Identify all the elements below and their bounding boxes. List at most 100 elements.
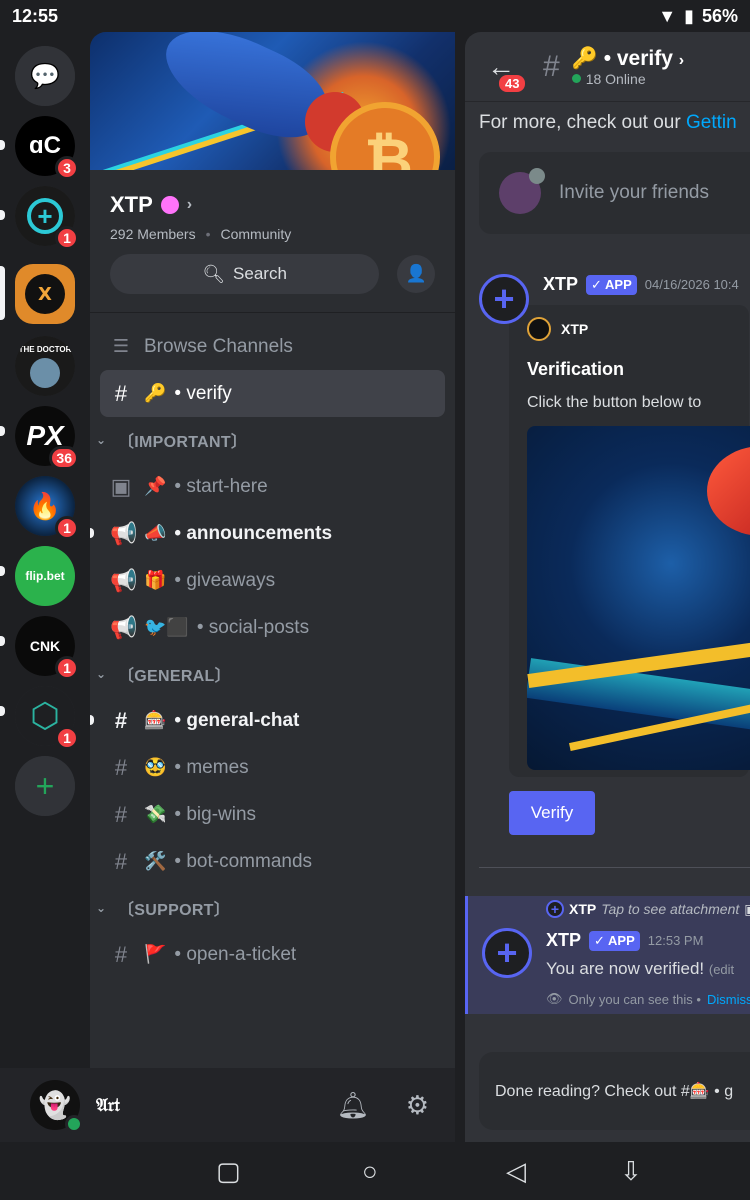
add-user-icon: 👤 — [405, 264, 427, 283]
chat-bubble-icon: 💬 — [30, 62, 60, 90]
channel-open-a-ticket[interactable]: # 🚩 • open-a-ticket — [90, 931, 455, 978]
status-time: 12:55 — [12, 5, 59, 26]
add-server-button[interactable]: + — [15, 756, 75, 816]
dismiss-link[interactable]: Dismiss — [707, 992, 750, 1007]
category-support[interactable]: ⌄ 〔SUPPORT〕 — [90, 885, 455, 931]
chat-pane: ← 43 # 🔑 • verify › 18 Online For more, … — [465, 32, 750, 1142]
online-status-indicator — [65, 1115, 83, 1133]
chevron-down-icon: ⌄ — [96, 901, 107, 915]
category-important[interactable]: ⌄ 〔IMPORTANT〕 — [90, 417, 455, 463]
chevron-down-icon: ⌄ — [96, 667, 107, 681]
embed-image[interactable] — [527, 426, 750, 770]
list-icon: ☰ — [112, 336, 130, 356]
flame-icon: 🔥 — [28, 490, 62, 521]
server-rail: 💬 ɑC 3 + 1 ꓫ THE DOCTOR PX 36 🔥 1 flip.b… — [0, 32, 90, 1068]
user-panel: 👻 𝔄𝔯𝔱 🔔︎ ⚙ — [0, 1068, 455, 1142]
direct-messages-button[interactable]: 💬 — [15, 46, 75, 106]
hashtag-icon: # — [543, 49, 560, 83]
bot-avatar[interactable]: + — [482, 928, 532, 978]
hashtag-icon: # — [114, 754, 128, 780]
channel-title[interactable]: 🔑 • verify › 18 Online — [571, 47, 685, 87]
image-icon: ▣ — [744, 901, 750, 918]
message-author[interactable]: XTP — [546, 930, 581, 951]
server-icon-xtp[interactable]: ꓫ — [15, 264, 75, 324]
chevron-right-icon: › — [186, 196, 193, 213]
invite-members-button[interactable]: 👤 — [397, 255, 435, 293]
channel-announcements[interactable]: 📢 📣 • announcements — [90, 510, 455, 557]
verify-button[interactable]: Verify — [509, 791, 595, 835]
xtp-logo — [527, 317, 551, 341]
channel-big-wins[interactable]: # 💸 • big-wins — [90, 791, 455, 838]
wifi-icon: ▼ — [658, 5, 677, 26]
getting-started-link[interactable]: Gettin — [686, 112, 737, 133]
server-icon-px[interactable]: PX 36 — [15, 406, 79, 470]
server-icon-plus[interactable]: + 1 — [15, 186, 79, 250]
search-button[interactable]: 🔍︎ Search — [110, 254, 380, 294]
server-name[interactable]: XTP › — [110, 192, 435, 218]
bot-avatar[interactable]: + — [479, 274, 529, 324]
invite-friends-button[interactable]: Invite your friends — [479, 152, 750, 234]
channel-list: ₿ XTP › 292 Members • Community 🔍︎ Searc… — [90, 32, 455, 1068]
server-icon-flame[interactable]: 🔥 1 — [15, 476, 79, 540]
chevron-down-icon: ⌄ — [96, 433, 107, 447]
message-text: You are now verified! — [546, 959, 705, 978]
channel-bot-commands[interactable]: # 🛠️ • bot-commands — [90, 838, 455, 885]
ghost-icon: 👻 — [38, 1089, 72, 1120]
server-type: Community — [220, 226, 292, 242]
channel-social-posts[interactable]: 📢 🐦⬛ • social-posts — [90, 604, 455, 651]
channel-verify[interactable]: # 🔑 • verify — [100, 370, 445, 417]
invite-icon — [499, 168, 545, 214]
hexagon-icon: ⬡ — [30, 697, 60, 735]
search-icon: 🔍︎ — [202, 263, 226, 284]
battery-icon: ▮ — [684, 5, 694, 26]
gear-icon[interactable]: ⚙ — [406, 1090, 429, 1121]
server-icon-hex[interactable]: ⬡ 1 — [15, 686, 79, 750]
message-author[interactable]: XTP — [543, 274, 578, 295]
server-icon-ac[interactable]: ɑC 3 — [15, 116, 79, 180]
user-avatar[interactable]: 👻 — [30, 1080, 83, 1133]
hashtag-icon: # — [114, 801, 128, 827]
home-button[interactable]: ○ — [362, 1156, 378, 1187]
online-dot — [571, 74, 581, 83]
hashtag-icon: # — [114, 941, 128, 967]
server-banner: ₿ — [90, 32, 455, 170]
server-icon-flipbet[interactable]: flip.bet — [15, 546, 75, 606]
recents-button[interactable]: ▢ — [216, 1156, 241, 1187]
browse-channels[interactable]: ☰ Browse Channels — [90, 323, 455, 370]
back-nav-button[interactable]: ◁ — [506, 1156, 526, 1187]
server-icon-the-doctor[interactable]: THE DOCTOR — [15, 336, 75, 396]
welcome-text: For more, check out our Gettin — [479, 112, 737, 133]
bot-avatar-small: + — [546, 900, 564, 918]
done-reading-prompt[interactable]: Done reading? Check out #🎰 • g — [479, 1052, 750, 1130]
android-nav-bar: ▢ ○ ◁ ⇩ — [0, 1142, 750, 1200]
avatar — [30, 357, 60, 388]
unread-indicator — [90, 715, 94, 725]
app-tag: ✓ APP — [586, 274, 637, 295]
xtp-logo: ꓫ — [25, 274, 65, 314]
app-tag: ✓ APP — [589, 930, 640, 951]
message: + XTP ✓ APP 04/16/2026 10:4 XTP Verifica… — [465, 274, 750, 835]
username: 𝔄𝔯𝔱 — [96, 1094, 120, 1116]
server-icon-cnk[interactable]: CNK 1 — [15, 616, 79, 680]
reply-preview[interactable]: + XTP Tap to see attachment ▣ — [546, 900, 750, 918]
channel-giveaways[interactable]: 📢 🎁 • giveaways — [90, 557, 455, 604]
rules-icon: ▣ — [110, 473, 132, 499]
unread-indicator — [90, 528, 94, 538]
message-embed: XTP Verification Click the button below … — [509, 305, 750, 777]
battery-level: 56% — [701, 5, 738, 26]
category-general[interactable]: ⌄ 〔GENERAL〕 — [90, 651, 455, 697]
channel-general-chat[interactable]: # 🎰 • general-chat — [90, 697, 455, 744]
chevron-right-icon: › — [678, 51, 685, 69]
channel-start-here[interactable]: ▣ 📌 • start-here — [90, 463, 455, 510]
back-button[interactable]: ← 43 — [487, 51, 528, 94]
embed-title: Verification — [527, 359, 625, 379]
bell-icon[interactable]: 🔔︎ — [337, 1090, 370, 1121]
channel-memes[interactable]: # 🥸 • memes — [90, 744, 455, 791]
megaphone-icon: 📢 — [110, 614, 138, 640]
divider — [479, 867, 750, 868]
hashtag-icon: # — [114, 707, 128, 733]
hashtag-icon: # — [114, 848, 128, 874]
message-timestamp: 04/16/2026 10:4 — [644, 277, 739, 292]
ephemeral-message: + XTP Tap to see attachment ▣ + XTP ✓ AP… — [465, 896, 750, 1014]
keyboard-hide-button[interactable]: ⇩ — [620, 1156, 642, 1187]
